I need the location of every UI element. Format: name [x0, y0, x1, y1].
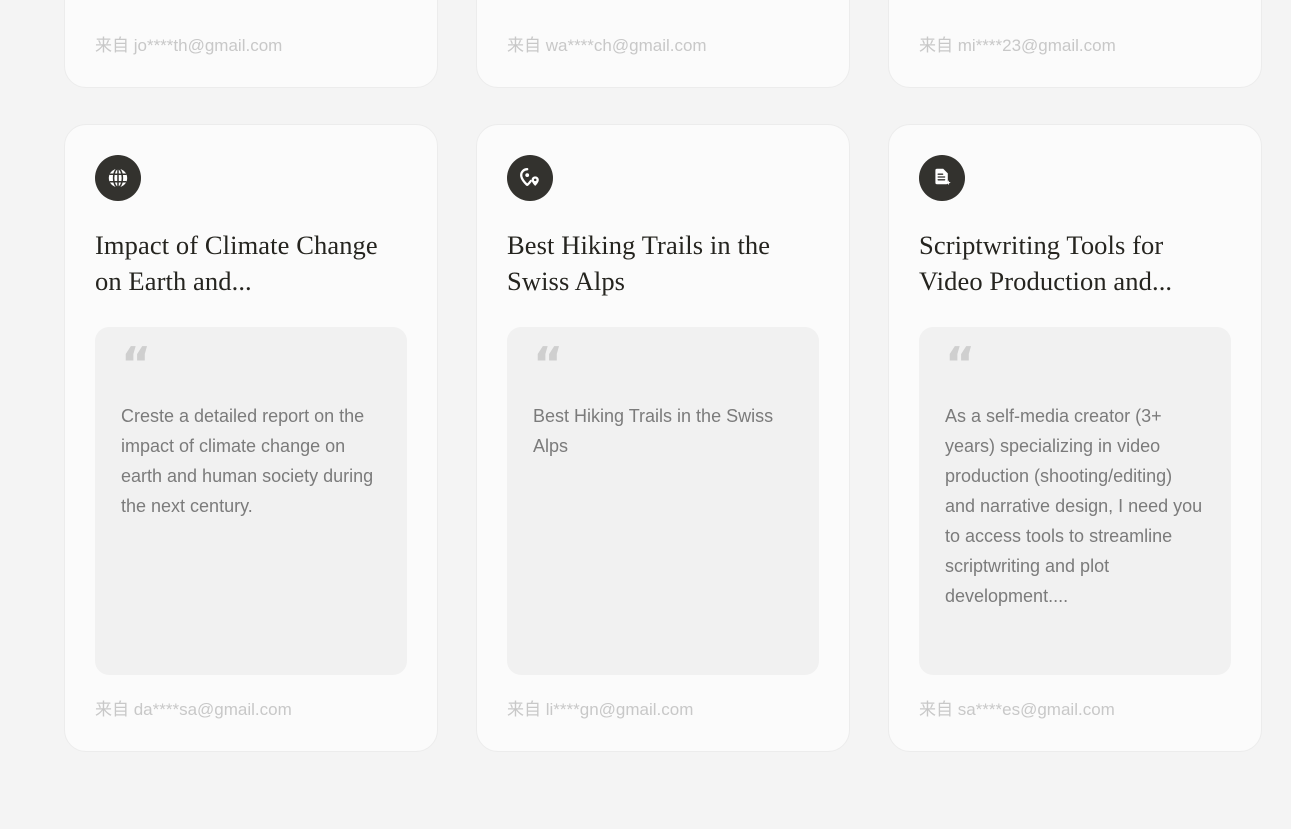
card-title: Best Hiking Trails in the Swiss Alps	[507, 230, 771, 296]
prompt-card[interactable]: Impact of Climate Change on Earth and...…	[64, 124, 438, 752]
prompt-card[interactable]: Scriptwriting Tools for Video Production…	[888, 124, 1262, 752]
prompt-card-grid: 来自 jo****th@gmail.com 来自 wa****ch@gmail.…	[64, 0, 1262, 752]
card-attribution: 来自 mi****23@gmail.com	[919, 36, 1116, 55]
prompt-card[interactable]: 来自 wa****ch@gmail.com	[476, 0, 850, 88]
card-title: Impact of Climate Change on Earth and...	[95, 230, 378, 296]
quote-mark-icon: “	[945, 337, 975, 391]
prompt-quote-box: “ Creste a detailed report on the impact…	[95, 327, 407, 675]
card-attribution: 来自 sa****es@gmail.com	[919, 700, 1115, 719]
prompt-quote-box: “ Best Hiking Trails in the Swiss Alps	[507, 327, 819, 675]
card-title: Scriptwriting Tools for Video Production…	[919, 230, 1173, 296]
prompt-quote-text: Creste a detailed report on the impact o…	[121, 406, 379, 516]
document-sparkle-icon	[919, 155, 965, 201]
map-pin-icon	[507, 155, 553, 201]
prompt-quote-text: Best Hiking Trails in the Swiss Alps	[533, 406, 778, 456]
globe-icon	[95, 155, 141, 201]
prompt-quote-box: “ As a self-media creator (3+ years) spe…	[919, 327, 1231, 675]
prompt-card[interactable]: 来自 mi****23@gmail.com	[888, 0, 1262, 88]
card-attribution: 来自 da****sa@gmail.com	[95, 700, 292, 719]
prompt-card[interactable]: 来自 jo****th@gmail.com	[64, 0, 438, 88]
prompt-quote-text: As a self-media creator (3+ years) speci…	[945, 406, 1208, 606]
showcase-page: 来自 jo****th@gmail.com 来自 wa****ch@gmail.…	[0, 0, 1291, 829]
card-attribution: 来自 li****gn@gmail.com	[507, 700, 694, 719]
card-attribution: 来自 wa****ch@gmail.com	[507, 36, 707, 55]
prompt-card[interactable]: Best Hiking Trails in the Swiss Alps “ B…	[476, 124, 850, 752]
quote-mark-icon: “	[121, 337, 151, 391]
card-attribution: 来自 jo****th@gmail.com	[95, 36, 283, 55]
quote-mark-icon: “	[533, 337, 563, 391]
